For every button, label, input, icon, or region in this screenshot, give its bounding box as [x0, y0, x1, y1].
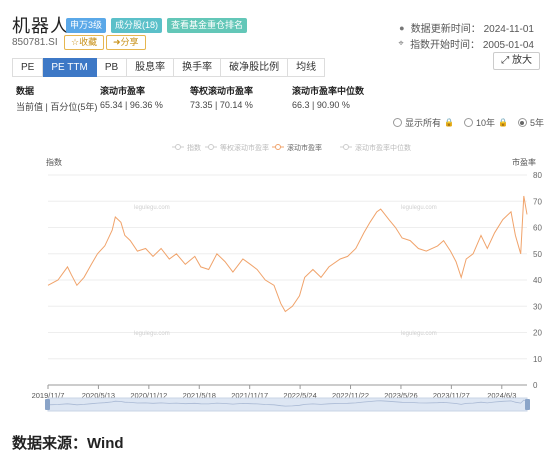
- y-tick-label: 0: [533, 381, 538, 390]
- watermark: legulegu.com: [401, 205, 437, 211]
- watermark: legulegu.com: [134, 205, 170, 211]
- data-source: 数据来源：Wind: [12, 435, 124, 452]
- tag-fund-rank[interactable]: 查看基金重仓排名: [167, 18, 248, 33]
- stats-value: 当前值 | 百分位(5年): [16, 102, 98, 112]
- stats-col-2: 滚动市盈率 65.34 | 96.36 %: [100, 84, 163, 110]
- stats-header: 数据: [16, 86, 35, 96]
- legend-swatch-marker: [208, 144, 214, 150]
- stats-value: 66.3 | 90.90 %: [292, 100, 350, 110]
- expand-icon: ⤢: [501, 55, 510, 66]
- tag-constituents[interactable]: 成分股(18): [111, 18, 163, 33]
- expand-button[interactable]: ⤢ 放大: [493, 52, 540, 70]
- range-10y-label: 10年: [476, 118, 496, 128]
- radio-all[interactable]: [393, 118, 403, 127]
- range-5y-label: 5年: [529, 118, 544, 128]
- legend-swatch-marker: [343, 144, 349, 150]
- tab-below-book[interactable]: 破净股比例: [221, 58, 289, 77]
- tag-group: 申万3级 成分股(18) 查看基金重仓排名: [66, 18, 248, 33]
- range-5y-option[interactable]: 5年: [517, 116, 544, 129]
- y-tick-label: 10: [533, 355, 542, 364]
- y-tick-label: 60: [533, 224, 542, 233]
- slider-handle-right: [525, 399, 530, 410]
- tab-pe[interactable]: PE: [12, 58, 44, 77]
- expand-label: 放大: [512, 55, 532, 66]
- stats-value: 73.35 | 70.14 %: [190, 100, 253, 110]
- stats-value: 65.34 | 96.36 %: [100, 100, 163, 110]
- stats-header: 等权滚动市盈率: [190, 86, 254, 96]
- chart-legend[interactable]: 指数 等权滚动市盈率 滚动市盈率 滚动市盈率中位数: [172, 143, 411, 152]
- zoom-slider[interactable]: [45, 397, 530, 412]
- metric-tabs: PE PE TTM PB 股息率 换手率 破净股比例 均线: [12, 58, 326, 77]
- radio-5y[interactable]: [517, 118, 527, 127]
- legend-label: 指数: [187, 143, 201, 152]
- favorite-button[interactable]: ☆收藏: [64, 35, 105, 50]
- stats-header: 滚动市盈率: [100, 86, 146, 96]
- chart-grid: [48, 174, 527, 386]
- watermark: legulegu.com: [401, 331, 437, 337]
- radio-10y[interactable]: [464, 118, 473, 127]
- y-tick-label: 70: [533, 197, 542, 206]
- range-all-label: 显示所有: [405, 118, 442, 128]
- y-tick-label: 30: [533, 302, 542, 311]
- y-tick-label: 80: [533, 171, 542, 180]
- stats-col-3: 等权滚动市盈率 73.35 | 70.14 %: [190, 84, 253, 110]
- watermark: legulegu.com: [134, 331, 170, 337]
- tab-pe-ttm[interactable]: PE TTM: [43, 58, 97, 77]
- y-tick-label: 40: [533, 276, 542, 285]
- tab-moving-average[interactable]: 均线: [288, 58, 326, 77]
- range-selector: 显示所有 🔒 10年 🔒 5年: [393, 116, 544, 129]
- legend-swatch-marker: [275, 144, 281, 150]
- legend-swatch-marker: [175, 144, 181, 150]
- legend-label: 等权滚动市盈率: [220, 143, 269, 152]
- slider-track: [47, 397, 528, 412]
- start-time-row: ⌖ 指数开始时间： 2005-01-04: [396, 36, 534, 51]
- tab-turnover[interactable]: 换手率: [174, 58, 222, 77]
- page-title: 机器人: [12, 16, 69, 36]
- legend-label: 滚动市盈率: [287, 143, 322, 152]
- right-axis-label: 市盈率: [512, 157, 536, 167]
- update-time: 数据更新时间： 2024-11-01: [410, 24, 534, 35]
- stats-col-4: 滚动市盈率中位数 66.3 | 90.90 %: [292, 84, 364, 110]
- pe-chart[interactable]: 指数 等权滚动市盈率 滚动市盈率 滚动市盈率中位数 指数 市盈率 0 10 20 30 40 5…: [0, 135, 554, 435]
- y-tick-label: 50: [533, 250, 542, 259]
- tab-pb[interactable]: PB: [96, 58, 128, 77]
- lock-icon: 🔒: [498, 118, 508, 127]
- y-axis-ticks: 0 10 20 30 40 50 60 70 80: [533, 171, 542, 390]
- legend-label: 滚动市盈率中位数: [355, 143, 411, 152]
- range-10y-option[interactable]: 10年 🔒: [464, 116, 508, 129]
- slider-handle-left: [45, 399, 50, 410]
- tab-dividend-yield[interactable]: 股息率: [127, 58, 175, 77]
- range-all-option[interactable]: 显示所有 🔒: [393, 116, 454, 129]
- index-code: 850781.SI: [12, 37, 58, 48]
- pin-icon: ⌖: [398, 38, 404, 48]
- lock-icon: 🔒: [444, 118, 454, 127]
- update-time-row: ● 数据更新时间： 2024-11-01: [397, 20, 534, 36]
- index-start-time: 指数开始时间： 2005-01-04: [410, 40, 534, 51]
- clock-icon: ●: [399, 22, 405, 33]
- y-tick-label: 20: [533, 329, 542, 338]
- stats-header: 滚动市盈率中位数: [292, 86, 365, 96]
- left-axis-label: 指数: [46, 157, 62, 167]
- share-button[interactable]: ➜分享: [106, 35, 146, 50]
- stats-col-1: 数据 当前值 | 百分位(5年): [16, 84, 97, 113]
- tag-sw3[interactable]: 申万3级: [66, 18, 107, 33]
- watermarks: legulegu.com legulegu.com legulegu.com legu…: [134, 205, 437, 337]
